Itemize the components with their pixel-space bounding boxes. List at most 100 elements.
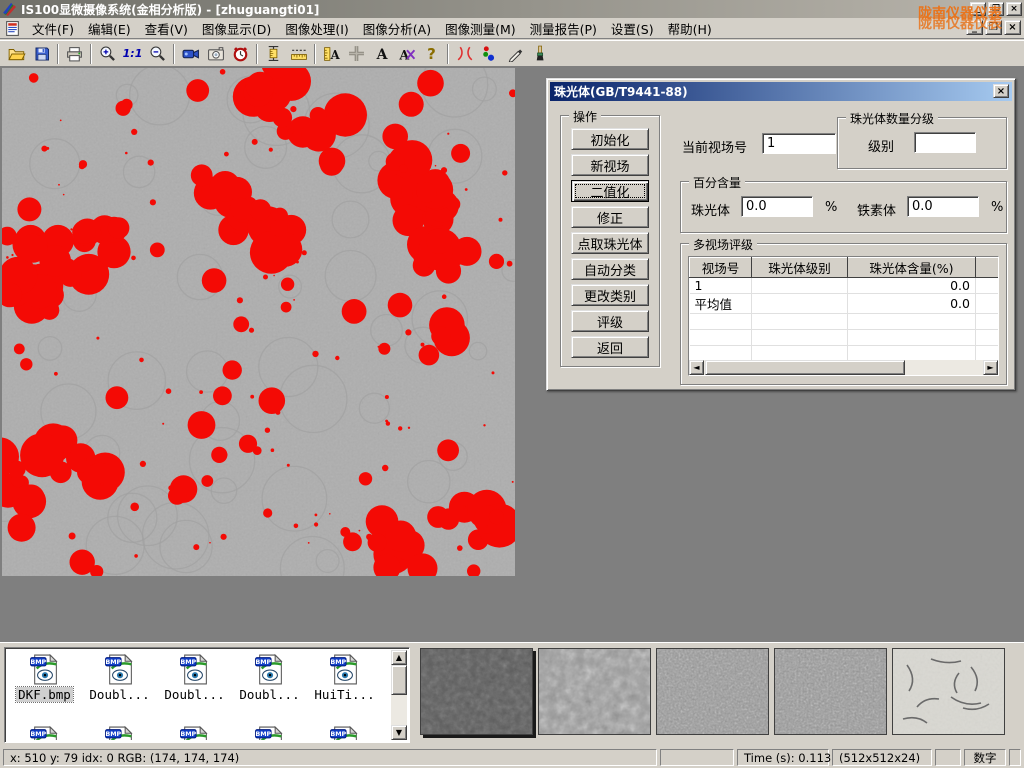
mdi-restore-button[interactable]: ❐ [985,20,1002,35]
help-button[interactable]: ? [419,42,444,66]
timer-icon [232,45,249,62]
capture-button[interactable] [203,42,228,66]
file-item-partial[interactable]: BMP [7,722,82,740]
cursor-position-readout: x: 510 y: 79 idx: 0 RGB: (174, 174, 174) [3,749,657,766]
menu-file[interactable]: 文件(F) [25,17,81,40]
dialog-close-button[interactable]: × [993,84,1009,98]
move-tool-button[interactable] [344,42,369,66]
scroll-left-icon[interactable]: ◄ [689,360,704,375]
return-button[interactable]: 返回 [571,336,649,358]
col-pearlite-content[interactable]: 珠光体含量(%) [848,258,976,278]
col-ferrite-content[interactable]: 铁素体含量(%) [976,258,1000,278]
status-bar: x: 510 y: 79 idx: 0 RGB: (174, 174, 174)… [0,747,1024,768]
mdi-close-button[interactable]: × [1004,20,1021,35]
file-item-partial[interactable]: BMP [82,722,157,740]
scroll-up-icon[interactable]: ▲ [391,650,407,665]
zoom-in-button[interactable] [95,42,120,66]
title-bar: IS100显微摄像系统(金相分析版) - [zhuguangti01] _ ❐ … [0,0,1024,18]
points-tool-button[interactable] [477,42,502,66]
document-icon[interactable] [4,20,21,37]
col-pearlite-grade[interactable]: 珠光体级别 [752,258,848,278]
move-cross-icon [348,45,365,62]
correct-button[interactable]: 修正 [571,206,649,228]
thumbnail-1[interactable] [420,648,533,735]
micrograph-image[interactable] [2,68,515,576]
pearlite-percent-input[interactable] [741,196,813,217]
file-item-partial[interactable]: BMP [307,722,382,740]
percent-group-label: 百分含量 [689,174,745,191]
file-item-partial[interactable]: BMP [157,722,232,740]
menu-settings[interactable]: 设置(S) [604,17,661,40]
save-button[interactable] [29,42,54,66]
horizontal-ruler-button[interactable] [286,42,311,66]
delete-text-button[interactable]: A [394,42,419,66]
table-horizontal-scrollbar[interactable]: ◄ ► [689,360,998,375]
thumbnail-3[interactable] [656,648,769,735]
current-field-input[interactable] [762,133,836,154]
grade-input[interactable] [914,132,976,153]
init-button[interactable]: 初始化 [571,128,649,150]
vertical-ruler-button[interactable] [261,42,286,66]
timer-button[interactable] [228,42,253,66]
scrollbar-thumb[interactable] [391,665,407,695]
window-restore-button[interactable]: ❐ [988,2,1004,16]
file-item[interactable]: BMP DKF.bmp [7,650,82,702]
actual-size-button[interactable]: 1:1 [120,42,145,66]
scrollbar-track[interactable] [391,695,407,725]
window-close-button[interactable]: × [1006,2,1022,16]
table-row[interactable]: 10.0 [690,278,1000,294]
menu-image-analysis[interactable]: 图像分析(A) [356,17,438,40]
window-minimize-button[interactable]: _ [970,2,986,16]
table-row[interactable]: 平均值0.0 [690,294,1000,314]
open-file-button[interactable] [4,42,29,66]
ferrite-percent-input[interactable] [907,196,979,217]
rate-button[interactable]: 评级 [571,310,649,332]
binarize-button[interactable]: 二值化 [571,180,649,202]
file-item[interactable]: BMP Doubl... [157,650,232,702]
mdi-minimize-button[interactable]: _ [966,20,983,35]
thumbnail-2[interactable] [538,648,651,735]
dialog-title-bar[interactable]: 珠光体(GB/T9441-88) × [550,82,1012,101]
curve-tool-button[interactable] [452,42,477,66]
auto-classify-button[interactable]: 自动分类 [571,258,649,280]
menu-image-display[interactable]: 图像显示(D) [195,17,278,40]
bmp-file-icon: BMP [178,725,212,740]
scrollbar-track[interactable] [905,360,983,375]
thumbnail-5[interactable] [892,648,1005,735]
menu-help[interactable]: 帮助(H) [661,17,719,40]
menu-image-process[interactable]: 图像处理(I) [278,17,355,40]
menu-edit[interactable]: 编辑(E) [81,17,138,40]
svg-text:BMP: BMP [255,658,271,666]
scrollbar-thumb[interactable] [705,360,905,375]
file-list-scrollbar[interactable]: ▲ ▼ [391,650,407,740]
svg-text:A: A [398,47,409,62]
col-field-number[interactable]: 视场号 [690,258,752,278]
bottom-panel: BMP DKF.bmp BMP Doubl... BMP Doubl... BM… [0,642,1024,747]
zoom-out-button[interactable] [145,42,170,66]
file-list: BMP DKF.bmp BMP Doubl... BMP Doubl... BM… [4,647,410,743]
file-item[interactable]: BMP HuiTi... [307,650,382,702]
bmp-file-icon: BMP [103,653,137,686]
print-button[interactable] [62,42,87,66]
scroll-down-icon[interactable]: ▼ [391,725,407,740]
pick-pearlite-button[interactable]: 点取珠光体 [571,232,649,254]
text-tool-button[interactable]: A [369,42,394,66]
file-item-partial[interactable]: BMP [232,722,307,740]
new-field-button[interactable]: 新视场 [571,154,649,176]
file-name: Doubl... [87,687,151,702]
video-camera-button[interactable] [178,42,203,66]
pen-tool-button[interactable] [502,42,527,66]
toolbar-separator [173,44,175,64]
thumbnail-4[interactable] [774,648,887,735]
menu-image-measure[interactable]: 图像测量(M) [438,17,523,40]
menu-bar: 文件(F) 编辑(E) 查看(V) 图像显示(D) 图像处理(I) 图像分析(A… [0,18,1024,39]
change-class-button[interactable]: 更改类别 [571,284,649,306]
file-item[interactable]: BMP Doubl... [232,650,307,702]
ruler-text-button[interactable]: A [319,42,344,66]
scroll-right-icon[interactable]: ► [983,360,998,375]
brush-tool-button[interactable] [527,42,552,66]
menu-measure-report[interactable]: 测量报告(P) [523,17,604,40]
menu-view[interactable]: 查看(V) [138,17,195,40]
file-name: DKF.bmp [16,687,73,702]
file-item[interactable]: BMP Doubl... [82,650,157,702]
